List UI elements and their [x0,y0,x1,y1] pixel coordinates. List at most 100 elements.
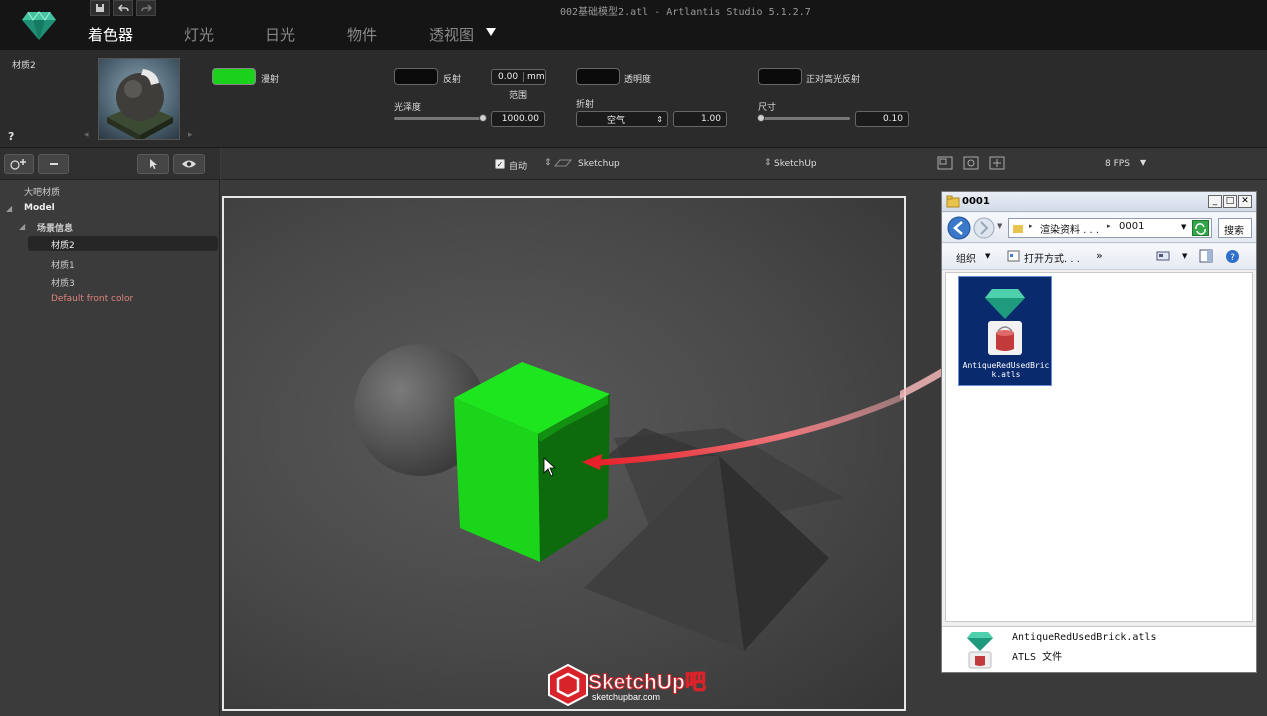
app-window: 002基础模型2.atl - Artlantis Studio 5.1.2.7 … [0,0,1267,716]
sync-stepper-icon[interactable]: ⇕ [764,158,772,168]
window-title: 002基础模型2.atl - Artlantis Studio 5.1.2.7 [560,7,811,18]
material-preview-thumbnail[interactable] [98,58,180,140]
help-icon[interactable]: ? [1225,249,1240,264]
tab-objects[interactable]: 物件 [347,24,377,45]
history-dropdown-icon[interactable]: ▼ [997,222,1002,230]
scene-render [354,344,904,651]
sync-label[interactable]: SketchUp [774,159,817,169]
tab-shaders[interactable]: 着色器 [88,24,133,45]
fresnel-color-swatch[interactable] [758,68,802,85]
explorer-details-pane: AntiqueRedUsedBrick.atls ATLS 文件 [942,626,1256,672]
size-label: 尺寸 [758,103,777,113]
transparency-color-swatch[interactable] [576,68,620,85]
organize-dropdown-icon[interactable]: ▼ [985,252,990,260]
size-input[interactable]: 0.10 [855,111,909,127]
tree-item-default-front-color[interactable]: Default front color [51,294,133,304]
gloss-input[interactable]: 1000.00 [491,111,545,127]
sketchup-bar-logo-icon [548,664,588,706]
tree-item-material-2[interactable]: 材质2 [51,238,75,251]
visibility-toggle-button[interactable] [173,154,205,174]
source-label[interactable]: Sketchup [578,159,620,169]
auto-label: 自动 [509,162,528,172]
details-file-name: AntiqueRedUsedBrick.atls [1012,632,1157,643]
size-slider[interactable] [758,117,850,120]
source-stepper-icon[interactable]: ⇕ [544,158,552,168]
fps-label[interactable]: 8 FPS [1105,159,1130,169]
tree-expand-icon[interactable]: ◢ [19,222,25,231]
close-button[interactable]: ✕ [1238,195,1252,208]
refraction-index-input[interactable]: 1.00 [673,111,727,127]
file-item-selected[interactable]: AntiqueRedUsedBrick.atls [958,276,1052,386]
organize-menu[interactable]: 组织 [956,250,976,265]
tree-item-material-library[interactable]: 大吧材质 [24,185,60,198]
gloss-slider[interactable] [394,117,486,120]
refresh-button[interactable] [1192,220,1209,236]
help-button[interactable]: ? [8,130,14,143]
tab-perspectives[interactable]: 透视图 [429,24,474,45]
artlantis-logo-icon [22,11,56,40]
path-parent[interactable]: 渲染资料 . . . [1040,221,1099,236]
file-item-name: AntiqueRedUsedBrick.atls [962,361,1050,379]
open-with-menu[interactable]: 打开方式. . . [1024,250,1080,265]
preview-next-arrow-icon[interactable]: ▸ [188,130,193,140]
sketchup-bar-watermark: SketchUp吧 sketchupbar.com [548,662,718,708]
fps-dropdown-icon[interactable]: ▼ [1140,158,1146,167]
refraction-medium-value: 空气 [607,115,626,126]
file-explorer-window: 0001 _ □ ✕ ▼ ▸ 渲染资料 . . . ▸ 0001 ▼ 搜索 组织… [941,191,1257,673]
tab-dropdown-icon[interactable] [486,28,496,36]
save-button[interactable] [90,0,110,16]
range-input[interactable]: 0.00 mm [491,69,546,85]
tree-expand-icon[interactable]: ◢ [6,204,12,213]
tree-item-model[interactable]: Model [24,203,55,213]
fit-view-icon[interactable] [989,156,1005,170]
refraction-medium-select[interactable]: 空气 ⇕ [576,111,668,127]
tab-lights[interactable]: 灯光 [184,24,214,45]
views-dropdown-icon[interactable]: ▼ [1182,252,1187,260]
minimize-button[interactable]: _ [1208,195,1222,208]
render-preview-viewport[interactable] [222,196,906,711]
range-label: 范围 [509,91,528,101]
atls-file-icon [967,632,993,669]
minus-icon [49,163,58,165]
explorer-command-bar: 组织 ▼ 打开方式. . . » ▼ ? [942,244,1256,270]
address-input[interactable]: ▸ 渲染资料 . . . ▸ 0001 ▼ [1008,218,1212,238]
tree-item-material-1[interactable]: 材质1 [51,258,75,271]
search-input[interactable]: 搜索 [1218,218,1252,238]
reflection-color-swatch[interactable] [394,68,438,85]
fresnel-label: 正对高光反射 [806,75,861,85]
add-material-button[interactable] [4,154,34,174]
pick-material-button[interactable] [137,154,169,174]
focus-view-icon[interactable] [963,156,979,170]
select-stepper-icon: ⇕ [656,114,663,124]
tree-item-scene-info[interactable]: 场景信息 [37,221,73,234]
preview-prev-arrow-icon[interactable]: ◂ [84,130,89,140]
undo-button[interactable] [113,0,133,16]
gloss-slider-handle[interactable] [479,114,487,122]
remove-material-button[interactable] [38,154,69,174]
path-separator-icon: ▸ [1029,222,1033,230]
transparency-label: 透明度 [624,75,652,85]
maximize-button[interactable]: □ [1223,195,1237,208]
redo-button[interactable] [136,0,156,16]
views-icon[interactable] [1156,250,1170,262]
auto-checkbox[interactable]: ✓ [495,159,505,169]
details-file-type: ATLS 文件 [1012,652,1063,663]
explorer-titlebar[interactable]: 0001 _ □ ✕ [942,192,1256,212]
forward-icon[interactable] [973,217,995,239]
refresh-icon [1195,223,1206,235]
size-slider-handle[interactable] [757,114,765,122]
preview-pane-icon[interactable] [1199,249,1213,263]
tree-item-material-3[interactable]: 材质3 [51,276,75,289]
back-icon[interactable] [947,216,971,240]
diffuse-label: 漫射 [261,75,280,85]
folder-icon [946,195,960,208]
path-current[interactable]: 0001 [1119,221,1144,232]
viewport-toolbar: ✓ 自动 ⇕ Sketchup ⇕ SketchUp 8 FPS ▼ [221,148,1267,180]
tab-heliodon[interactable]: 日光 [265,24,295,45]
address-dropdown-icon[interactable]: ▼ [1181,223,1186,231]
save-icon [96,4,104,12]
more-commands[interactable]: » [1096,249,1103,262]
explorer-file-list[interactable]: AntiqueRedUsedBrick.atls [945,272,1253,622]
frame-view-icon[interactable] [937,156,953,170]
diffuse-color-swatch[interactable] [212,68,256,85]
